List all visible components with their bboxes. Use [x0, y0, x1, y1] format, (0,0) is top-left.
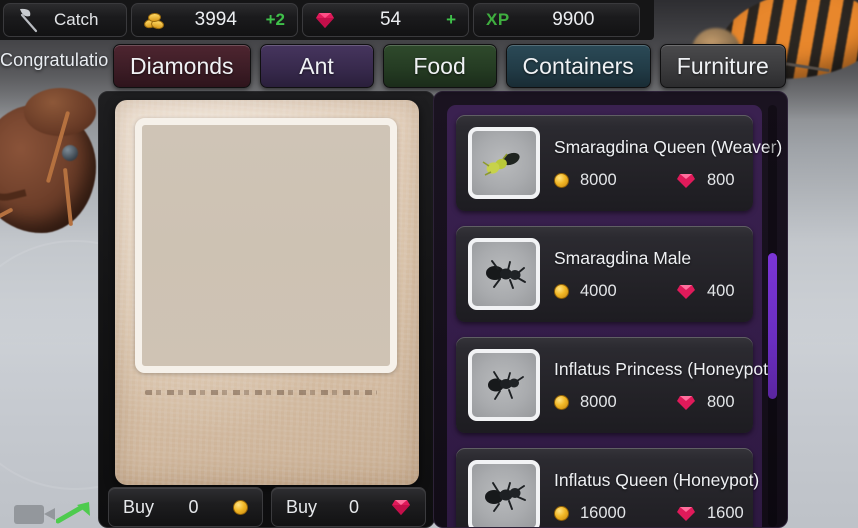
item-price-row: 4000 400: [554, 282, 741, 301]
gold-currency-chip[interactable]: 3994 +2: [131, 3, 298, 37]
game-screen: Congratulatio Catch 3994 +2 54 + XP 9900…: [0, 0, 858, 528]
gold-coin-icon: [554, 283, 569, 299]
item-price-row: 8000 800: [554, 171, 782, 190]
item-gold-value: 8000: [580, 170, 617, 189]
item-gem-value: 1600: [707, 503, 744, 522]
video-camera-icon[interactable]: [14, 505, 55, 524]
shop-list-item[interactable]: Smaragdina Queen (Weaver) 8000 800: [456, 115, 782, 211]
tab-ant-label: Ant: [299, 52, 334, 79]
item-thumbnail: [468, 460, 540, 527]
catch-button[interactable]: Catch: [3, 3, 127, 37]
shop-list-scrollbar-thumb[interactable]: [768, 253, 777, 399]
item-gem-value: 800: [707, 170, 735, 189]
item-thumbnail: [468, 127, 540, 199]
xp-label: XP: [486, 10, 510, 29]
tab-furniture-label: Furniture: [676, 52, 769, 79]
buy-gold-label: Buy: [123, 496, 155, 517]
item-gold-price: 8000: [554, 393, 676, 412]
item-gem-price: 800: [676, 393, 735, 412]
item-gold-price: 4000: [554, 282, 676, 301]
item-info: Smaragdina Queen (Weaver) 8000 800: [554, 137, 782, 190]
shop-list-scrollbar[interactable]: [768, 105, 777, 527]
green-arrow-icon[interactable]: [56, 500, 92, 524]
buy-with-gems-button[interactable]: Buy 0: [271, 487, 426, 527]
black-honeypot-princess-ant-icon: [488, 371, 524, 400]
item-detail-panel: Buy 0 Buy 0: [98, 91, 435, 528]
shop-list-item[interactable]: Inflatus Princess (Honeypot) 8000 800: [456, 337, 774, 433]
congratulations-banner: Congratulatio: [0, 50, 109, 70]
item-preview-card: [115, 100, 419, 485]
tab-diamonds-label: Diamonds: [130, 52, 234, 79]
black-male-ant-icon: [486, 260, 526, 289]
top-hud-bar: Catch 3994 +2 54 + XP 9900: [0, 0, 654, 40]
xp-chip: XP 9900: [473, 3, 640, 37]
item-gem-price: 1600: [676, 504, 744, 523]
item-preview-image: [135, 118, 397, 373]
gold-coin-icon: [554, 172, 569, 188]
tab-food-label: Food: [413, 52, 466, 79]
tab-ant[interactable]: Ant: [259, 44, 374, 88]
tab-diamonds[interactable]: Diamonds: [113, 44, 251, 88]
black-honeypot-queen-ant-icon: [485, 482, 526, 512]
gem-currency-chip[interactable]: 54 +: [302, 3, 469, 37]
item-gem-price: 400: [676, 282, 735, 301]
item-gold-value: 16000: [580, 503, 626, 522]
buy-button-row: Buy 0 Buy 0: [108, 487, 426, 527]
item-name: Inflatus Queen (Honeypot): [554, 469, 760, 490]
gold-coin-icon: [233, 499, 248, 515]
catch-label: Catch: [54, 10, 99, 29]
buy-gem-quantity: 0: [349, 496, 360, 517]
shop-list: Smaragdina Queen (Weaver) 8000 800 Smara…: [447, 105, 782, 527]
add-gems-button[interactable]: +: [446, 10, 456, 30]
buy-with-gold-button[interactable]: Buy 0: [108, 487, 263, 527]
shop-category-tabs: Diamonds Ant Food Containers Furniture: [113, 44, 786, 88]
tab-containers[interactable]: Containers: [505, 44, 651, 88]
item-gold-value: 4000: [580, 281, 617, 300]
item-info: Smaragdina Male 4000 400: [554, 248, 741, 301]
shop-list-item[interactable]: Smaragdina Male 4000 400: [456, 226, 753, 322]
xp-amount: 9900: [552, 9, 595, 30]
diamond-icon: [677, 395, 695, 410]
shop-list-panel: Smaragdina Queen (Weaver) 8000 800 Smara…: [433, 91, 788, 528]
item-thumbnail: [468, 238, 540, 310]
net-icon: [20, 8, 38, 33]
buy-gold-quantity: 0: [188, 496, 199, 517]
diamond-icon: [392, 499, 410, 515]
diamond-icon: [677, 506, 695, 521]
green-weaver-ant-icon: [482, 152, 520, 176]
background-ant-eye: [62, 145, 78, 161]
gold-coin-stack-icon: [143, 11, 166, 31]
item-thumbnail: [468, 349, 540, 421]
item-gem-value: 800: [707, 392, 735, 411]
gold-coin-icon: [554, 505, 569, 521]
item-name: Smaragdina Queen (Weaver): [554, 136, 783, 157]
item-preview-caption: [145, 390, 377, 395]
item-info: Inflatus Princess (Honeypot) 8000 800: [554, 359, 774, 412]
item-name: Inflatus Princess (Honeypot): [554, 358, 774, 379]
gold-delta: +2: [265, 10, 285, 29]
item-gem-price: 800: [676, 171, 735, 190]
tab-food[interactable]: Food: [382, 44, 497, 88]
item-info: Inflatus Queen (Honeypot) 16000 1600: [554, 470, 759, 523]
item-gem-value: 400: [707, 281, 735, 300]
item-gold-price: 8000: [554, 171, 676, 190]
diamond-icon: [316, 12, 334, 28]
diamond-icon: [677, 173, 695, 188]
item-gold-price: 16000: [554, 504, 676, 523]
tab-containers-label: Containers: [522, 52, 634, 79]
gold-amount: 3994: [194, 9, 237, 30]
item-price-row: 8000 800: [554, 393, 774, 412]
tab-furniture[interactable]: Furniture: [659, 44, 786, 88]
gem-amount: 54: [379, 9, 402, 30]
item-price-row: 16000 1600: [554, 504, 759, 523]
item-name: Smaragdina Male: [554, 247, 692, 268]
item-gold-value: 8000: [580, 392, 617, 411]
gold-coin-icon: [554, 394, 569, 410]
shop-list-item[interactable]: Inflatus Queen (Honeypot) 16000 1600: [456, 448, 759, 527]
diamond-icon: [677, 284, 695, 299]
buy-gem-label: Buy: [286, 496, 318, 517]
